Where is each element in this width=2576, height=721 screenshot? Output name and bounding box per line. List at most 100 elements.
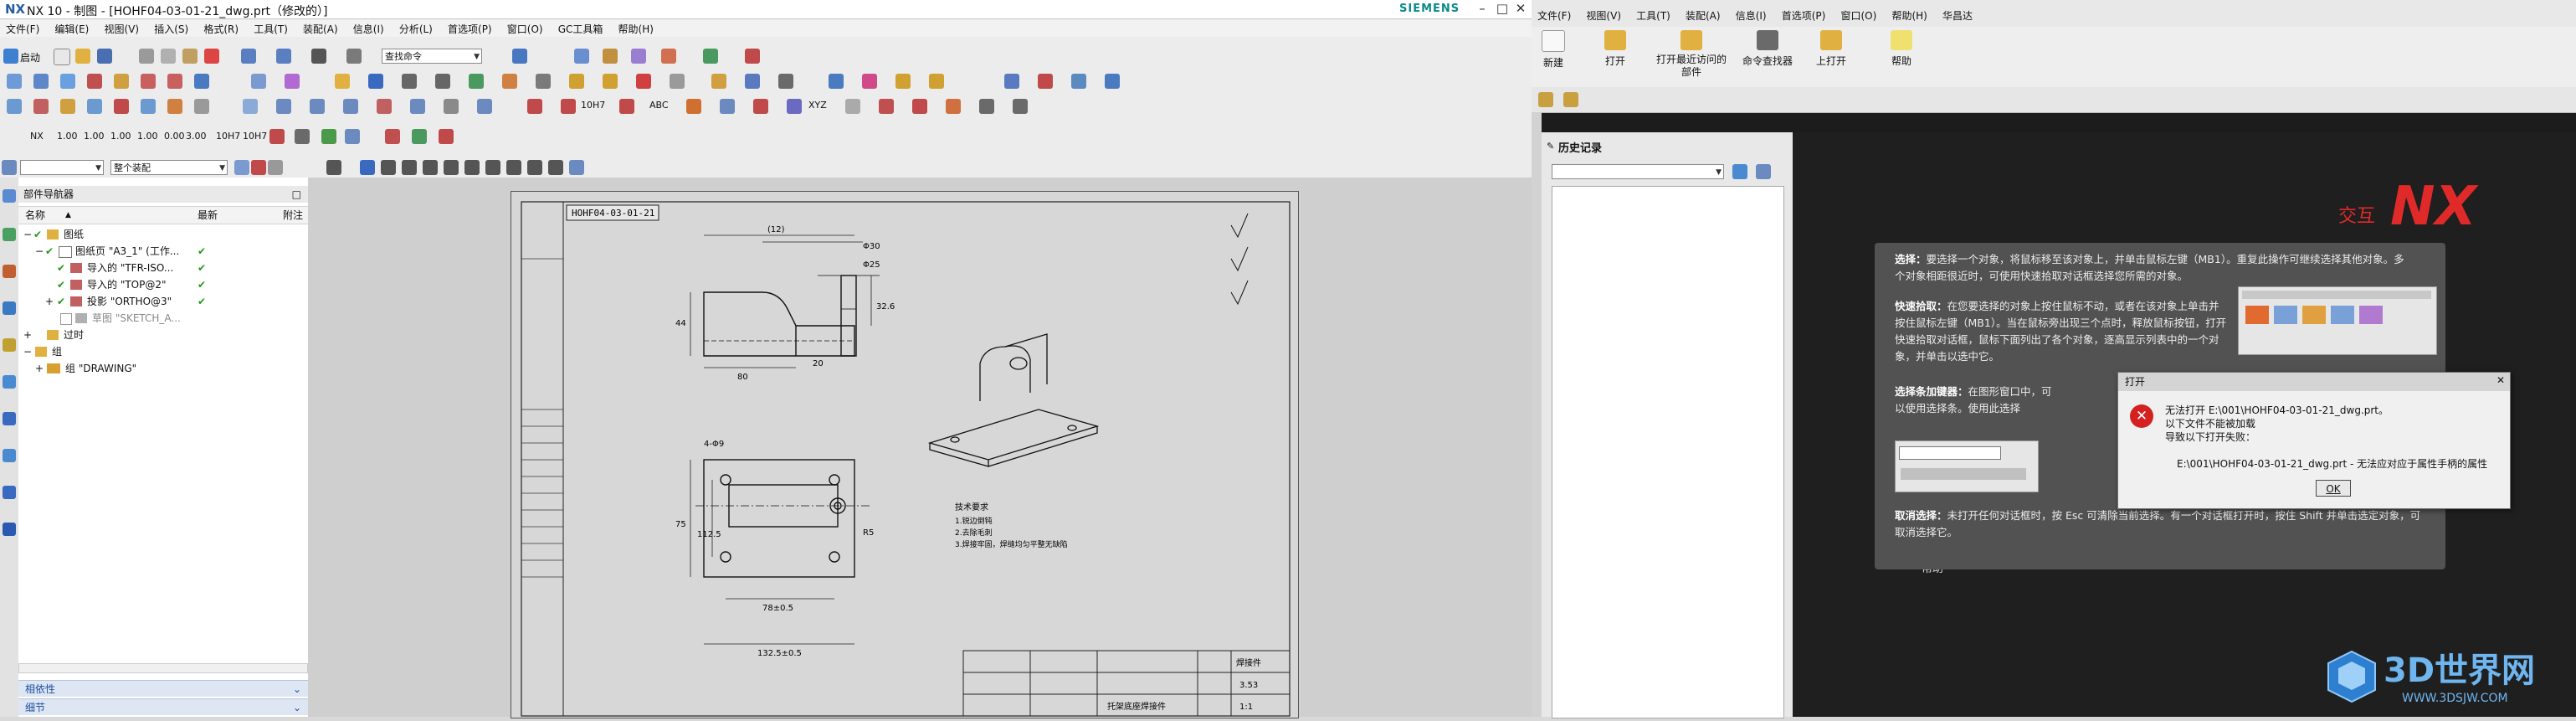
- tree-node-ortho[interactable]: + ✔ 投影 "ORTHO@3" ✔: [18, 293, 308, 310]
- web-browser-icon[interactable]: [3, 375, 16, 389]
- slash-icon[interactable]: [548, 160, 563, 175]
- maximize-button[interactable]: □: [1493, 1, 1511, 18]
- trim-icon[interactable]: [276, 99, 291, 114]
- tree-node-groups[interactable]: − 组: [18, 343, 308, 360]
- surface-finish-icon[interactable]: [862, 74, 877, 89]
- table-icon[interactable]: [745, 74, 760, 89]
- break-view-icon[interactable]: [141, 74, 156, 89]
- tree-node-outdated[interactable]: + 过时: [18, 327, 308, 343]
- point-snap-icon[interactable]: [569, 160, 584, 175]
- menu-insert[interactable]: 插入(S): [148, 20, 194, 38]
- sort-icon[interactable]: ▲: [65, 207, 71, 224]
- style-5[interactable]: 0.00: [164, 131, 185, 142]
- base-view-icon[interactable]: [33, 74, 49, 89]
- leader-icon[interactable]: [686, 99, 701, 114]
- repeat-command-icon[interactable]: [311, 49, 326, 64]
- show-icon[interactable]: [1071, 74, 1086, 89]
- target-point-icon[interactable]: [929, 74, 944, 89]
- style-nx[interactable]: NX: [30, 131, 44, 142]
- rapid-dimension-icon[interactable]: [368, 74, 383, 89]
- blank-view-icon[interactable]: [845, 99, 860, 114]
- open-previous-button[interactable]: 上打开: [1806, 30, 1856, 68]
- chamfer-icon[interactable]: [377, 99, 392, 114]
- fit-view-icon[interactable]: [512, 49, 527, 64]
- paste-icon[interactable]: [182, 49, 198, 64]
- dimension-icon[interactable]: [335, 74, 350, 89]
- spline-icon[interactable]: [114, 99, 129, 114]
- midpoint-snap-icon[interactable]: [381, 160, 396, 175]
- tree-node-import-top[interactable]: ✔ 导入的 "TOP@2" ✔: [18, 276, 308, 293]
- style-6[interactable]: 3.00: [186, 131, 207, 142]
- part-navigator-icon[interactable]: [3, 189, 16, 203]
- sketch-icon[interactable]: [243, 99, 258, 114]
- ruler-icon[interactable]: [946, 99, 961, 114]
- intersection-icon[interactable]: [485, 160, 500, 175]
- feature-control-icon[interactable]: [636, 74, 651, 89]
- find-command-input[interactable]: 查找命令 ▼: [382, 49, 482, 64]
- update-view-icon[interactable]: [194, 74, 209, 89]
- snap-icon[interactable]: [703, 49, 718, 64]
- custom-symbol-icon[interactable]: [912, 99, 927, 114]
- detail-view-icon[interactable]: [87, 74, 102, 89]
- start-label[interactable]: 启动: [20, 50, 40, 64]
- horizontal-scrollbar[interactable]: [18, 663, 308, 673]
- refresh-icon[interactable]: [1732, 164, 1747, 179]
- menu-assembly[interactable]: 装配(A): [297, 20, 344, 38]
- chamfer-dimension-icon[interactable]: [502, 74, 517, 89]
- render-style-icon[interactable]: [574, 49, 589, 64]
- constraint-icon[interactable]: [410, 99, 425, 114]
- pattern-icon[interactable]: [444, 99, 459, 114]
- mark-icon[interactable]: [619, 99, 634, 114]
- tree-node-import-tfr[interactable]: ✔ 导入的 "TFR-ISO... ✔: [18, 260, 308, 276]
- filter-icon[interactable]: [234, 160, 249, 175]
- tree-node-drawing[interactable]: − ✔ 图纸: [18, 226, 308, 243]
- select-all-icon[interactable]: [251, 160, 266, 175]
- type-filter-select[interactable]: ▼: [20, 160, 104, 175]
- sheet-icon[interactable]: [603, 49, 618, 64]
- ok-button[interactable]: OK: [2316, 480, 2351, 497]
- open-icon[interactable]: [75, 49, 90, 64]
- view-mode-icon[interactable]: [1756, 164, 1771, 179]
- menu-gc-toolbox[interactable]: GC工具箱: [552, 20, 609, 38]
- details-pane[interactable]: 细节 ⌄: [18, 698, 308, 715]
- note-icon[interactable]: [711, 74, 726, 89]
- settings-icon[interactable]: [1013, 99, 1028, 114]
- style-1[interactable]: 1.00: [57, 131, 78, 142]
- command-finder-icon[interactable]: [346, 49, 362, 64]
- arrow-icon[interactable]: [720, 99, 735, 114]
- align-icon[interactable]: [439, 129, 454, 144]
- style-3[interactable]: 1.00: [110, 131, 131, 142]
- parts-list-icon[interactable]: [778, 74, 793, 89]
- grid-icon[interactable]: [7, 99, 22, 114]
- grid-snap-icon[interactable]: [385, 129, 400, 144]
- system-material-icon[interactable]: [3, 449, 16, 462]
- undo-icon[interactable]: [241, 49, 256, 64]
- projected-view-icon[interactable]: [60, 74, 75, 89]
- history-icon[interactable]: [3, 412, 16, 425]
- datum-icon[interactable]: [670, 74, 685, 89]
- crosshatch-icon[interactable]: [561, 99, 576, 114]
- reuse-library-icon[interactable]: [3, 301, 16, 315]
- view-origin-icon[interactable]: [412, 129, 427, 144]
- pin-icon[interactable]: □: [292, 186, 301, 203]
- offset-icon[interactable]: [167, 99, 182, 114]
- dialog-close-icon[interactable]: ✕: [2496, 374, 2505, 386]
- copy-icon[interactable]: [161, 49, 176, 64]
- col-attach[interactable]: 附注: [283, 207, 303, 224]
- menu-file[interactable]: 文件(F): [0, 20, 45, 38]
- fillet-icon[interactable]: [343, 99, 358, 114]
- balloon-icon[interactable]: [829, 74, 844, 89]
- axis-icon[interactable]: [787, 99, 802, 114]
- menu-format[interactable]: 格式(R): [198, 20, 244, 38]
- drawing-sheet-icon[interactable]: [7, 74, 22, 89]
- open-recent-button[interactable]: 打开最近访问的部件: [1654, 30, 1729, 79]
- menu-window[interactable]: 窗口(O): [501, 20, 549, 38]
- pin-icon[interactable]: ✎: [1547, 141, 1554, 152]
- col-latest[interactable]: 最新: [198, 207, 218, 224]
- constraint-navigator-icon[interactable]: [3, 265, 16, 278]
- arc-center-icon[interactable]: [423, 160, 438, 175]
- view-border-icon[interactable]: [167, 74, 182, 89]
- symbol-icon[interactable]: [285, 74, 300, 89]
- new-icon[interactable]: [54, 49, 70, 65]
- menu-info[interactable]: 信息(I): [347, 20, 390, 38]
